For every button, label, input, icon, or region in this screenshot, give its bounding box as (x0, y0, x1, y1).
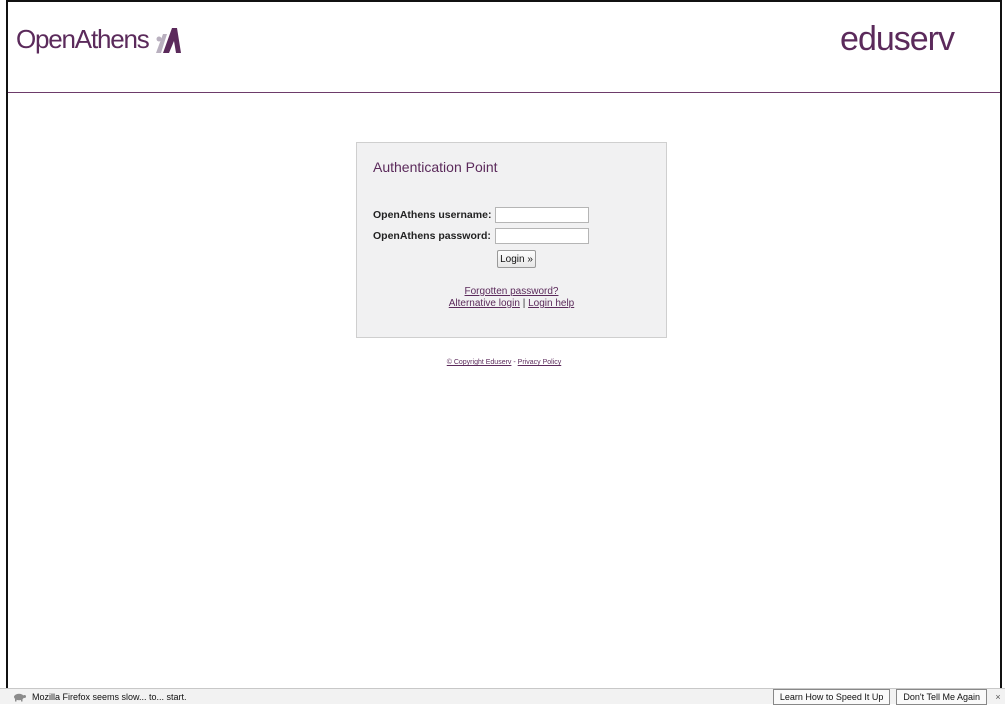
openathens-logo[interactable]: OpenAthens (16, 24, 183, 55)
password-label: OpenAthens password: (373, 230, 491, 242)
username-row: OpenAthens username: (373, 206, 653, 224)
dont-tell-again-button[interactable]: Don't Tell Me Again (896, 688, 987, 705)
turtle-icon (14, 693, 26, 701)
notification-message: Mozilla Firefox seems slow... to... star… (32, 691, 187, 702)
password-row: OpenAthens password: (373, 227, 653, 245)
username-input[interactable] (495, 207, 589, 223)
openathens-mark-icon (155, 27, 181, 53)
browser-viewport: OpenAthens eduserv Authentication Point … (6, 0, 1002, 688)
username-label: OpenAthens username: (373, 209, 492, 221)
alternative-login-link[interactable]: Alternative login (449, 298, 520, 309)
forgotten-password-link[interactable]: Forgotten password? (465, 286, 559, 297)
login-help-link[interactable]: Login help (528, 298, 574, 309)
privacy-policy-link[interactable]: Privacy Policy (518, 359, 562, 366)
firefox-slow-notification-bar: Mozilla Firefox seems slow... to... star… (0, 688, 1005, 705)
panel-title: Authentication Point (373, 159, 498, 175)
page-header: OpenAthens eduserv (8, 2, 1000, 93)
links-separator: | (522, 298, 526, 309)
help-links: Forgotten password? Alternative login | … (357, 286, 666, 310)
copyright-link[interactable]: © Copyright Eduserv (447, 359, 512, 366)
password-input[interactable] (495, 228, 589, 244)
eduserv-logo[interactable]: eduserv (840, 20, 955, 59)
close-notification-icon[interactable]: × (993, 692, 1003, 702)
footer-dash: - (513, 359, 516, 366)
login-button[interactable]: Login » (497, 250, 536, 268)
learn-speed-up-button[interactable]: Learn How to Speed It Up (772, 688, 891, 705)
authentication-panel: Authentication Point OpenAthens username… (356, 142, 667, 338)
page-footer: © Copyright Eduserv - Privacy Policy (8, 359, 1000, 366)
openathens-logo-text: OpenAthens (16, 24, 150, 54)
